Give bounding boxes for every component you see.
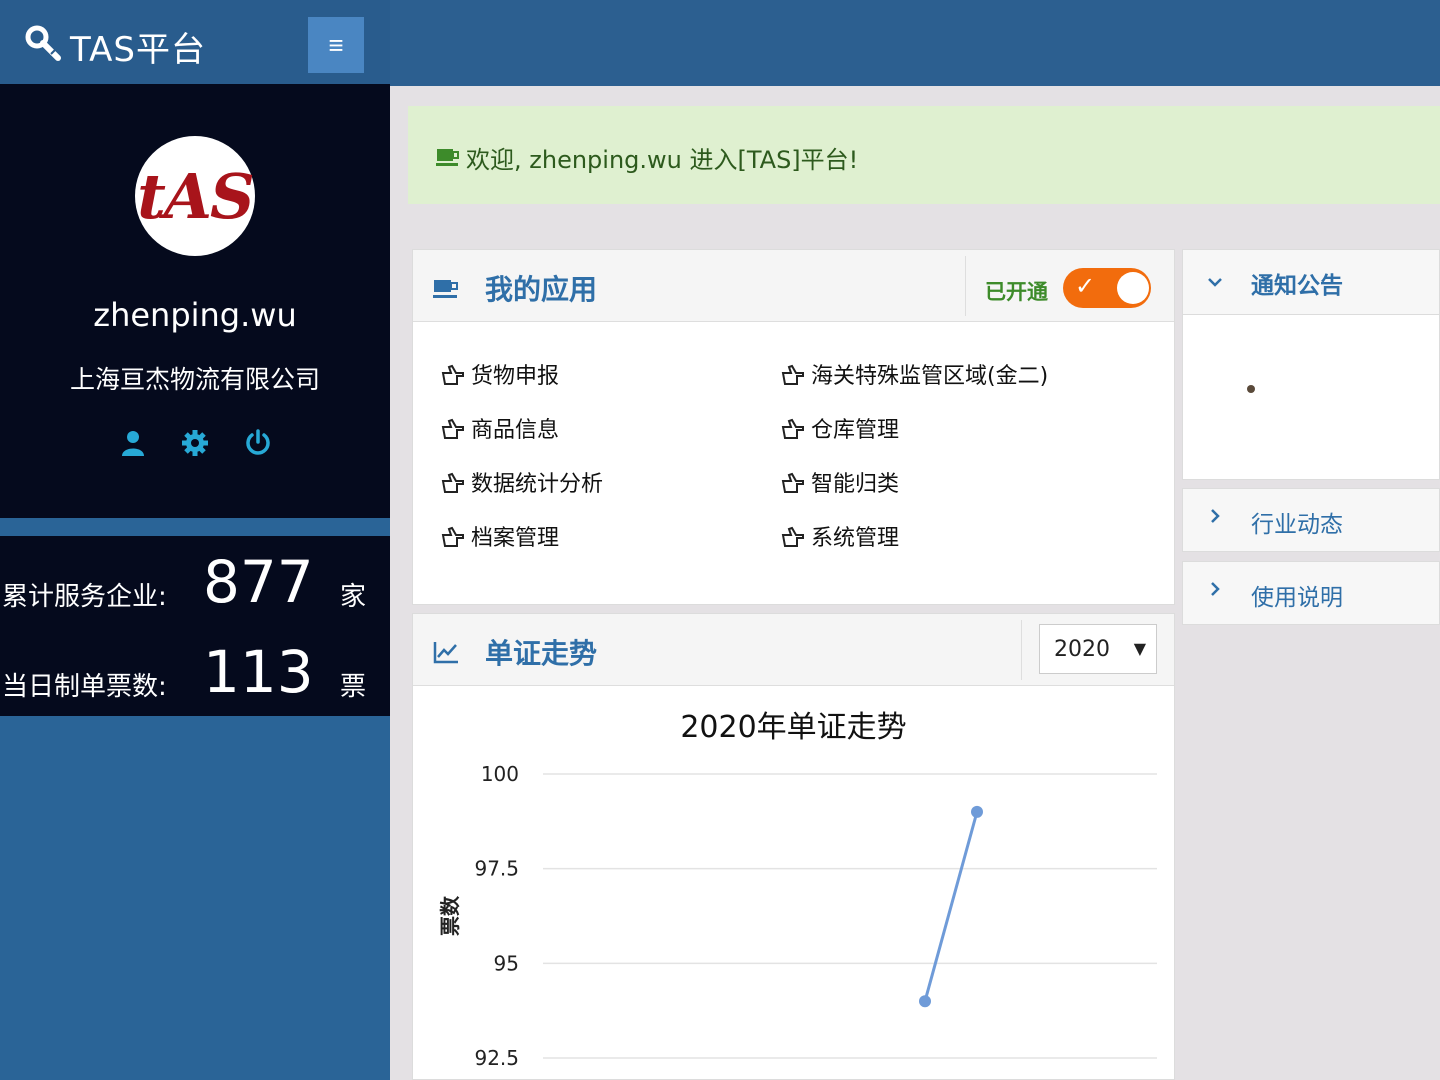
- line-chart-icon: [433, 642, 458, 664]
- stat-value: 877: [203, 548, 314, 616]
- toggle-knob: [1117, 272, 1149, 304]
- accordion-notices[interactable]: 通知公告: [1182, 249, 1440, 315]
- stat-row: 当日制单票数: 113 票: [0, 626, 390, 716]
- username: zhenping.wu: [93, 296, 297, 334]
- trend-title: 单证走势: [485, 637, 598, 670]
- hand-point-right-icon: [441, 364, 464, 385]
- accordion-usage-guide[interactable]: 使用说明: [1182, 561, 1440, 625]
- app-label: 海关特殊监管区域(金二): [811, 364, 1049, 389]
- y-tick-label: 97.5: [474, 857, 519, 881]
- toggle-label: 已开通: [985, 280, 1048, 304]
- enabled-toggle[interactable]: ✓: [1063, 268, 1151, 308]
- sidebar: tAS zhenping.wu 上海亘杰物流有限公司 累计服务企业: 877 家…: [0, 84, 390, 1080]
- trend-panel: 单证走势 2020 ▼ 2020年单证走势 100 97.5 95 92.5 票数: [412, 613, 1175, 1080]
- app-label: 货物申报: [471, 364, 560, 389]
- avatar[interactable]: tAS: [135, 136, 255, 256]
- data-point[interactable]: [919, 995, 931, 1008]
- app-label: 数据统计分析: [471, 472, 604, 497]
- accordion-title: 行业动态: [1251, 512, 1343, 538]
- hand-point-right-icon: [781, 418, 804, 439]
- stat-value: 113: [203, 638, 314, 706]
- stat-unit: 票: [340, 672, 367, 702]
- my-apps-panel: 我的应用 已开通 ✓ 货物申报 海关特殊监管区域(金二) 商品信息 仓库管理 数…: [412, 249, 1175, 605]
- trend-chart: 100 97.5 95 92.5 票数: [438, 762, 1157, 1070]
- stat-unit: 家: [340, 582, 367, 612]
- stat-label: 当日制单票数:: [2, 672, 167, 702]
- welcome-banner: 欢迎, zhenping.wu 进入[TAS]平台!: [408, 106, 1440, 204]
- hand-point-right-icon: [781, 526, 804, 547]
- profile-card: tAS zhenping.wu 上海亘杰物流有限公司: [0, 84, 390, 518]
- app-label: 商品信息: [471, 418, 560, 443]
- coffee-icon: [436, 149, 459, 166]
- year-select[interactable]: 2020 ▼: [1039, 624, 1157, 674]
- accordion-industry-news[interactable]: 行业动态: [1182, 488, 1440, 552]
- app-label: 智能归类: [811, 472, 900, 497]
- header-divider: [965, 256, 966, 316]
- series-line: [923, 811, 979, 1002]
- brand-title: TAS平台: [70, 30, 206, 70]
- chevron-down-icon: [1208, 278, 1222, 287]
- hand-point-right-icon: [781, 472, 804, 493]
- sidebar-divider: [0, 518, 390, 536]
- brand-bar: TAS平台 ≡: [0, 0, 390, 84]
- trend-body: 2020年单证走势 100 97.5 95 92.5 票数: [413, 686, 1174, 1080]
- app-label: 档案管理: [471, 526, 560, 551]
- trend-header: 单证走势 2020 ▼: [413, 614, 1174, 686]
- company-name: 上海亘杰物流有限公司: [69, 365, 320, 394]
- user-icon[interactable]: [118, 428, 148, 458]
- y-axis-label: 票数: [438, 895, 462, 936]
- notices-body: [1182, 314, 1440, 480]
- power-icon[interactable]: [243, 428, 273, 458]
- data-point[interactable]: [971, 805, 983, 818]
- stat-label: 累计服务企业:: [2, 582, 167, 612]
- list-bullet: [1247, 385, 1255, 393]
- year-select-value: 2020: [1054, 637, 1110, 662]
- menu-toggle-button[interactable]: ≡: [308, 17, 364, 73]
- my-apps-title: 我的应用: [485, 273, 598, 306]
- profile-actions: [118, 428, 278, 462]
- chart-title: 2020年单证走势: [680, 710, 907, 745]
- accordion-title: 通知公告: [1251, 273, 1343, 299]
- chevron-right-icon: [1211, 509, 1220, 523]
- hand-point-right-icon: [441, 472, 464, 493]
- y-tick-label: 92.5: [474, 1046, 519, 1070]
- app-label: 仓库管理: [811, 418, 900, 443]
- gear-icon[interactable]: [180, 428, 210, 458]
- check-icon: ✓: [1075, 272, 1096, 300]
- stat-row: 累计服务企业: 877 家: [0, 536, 390, 626]
- coffee-icon: [433, 280, 458, 298]
- app-label: 系统管理: [811, 526, 900, 551]
- y-tick-label: 100: [481, 762, 519, 786]
- avatar-logo-text: tAS: [137, 160, 255, 233]
- stats-block: 累计服务企业: 877 家 当日制单票数: 113 票: [0, 536, 390, 716]
- hand-point-right-icon: [441, 526, 464, 547]
- chevron-right-icon: [1211, 582, 1220, 596]
- wrench-icon: [25, 25, 61, 61]
- header-divider: [1021, 620, 1022, 680]
- caret-down-icon: ▼: [1133, 639, 1146, 658]
- y-tick-label: 95: [494, 951, 519, 975]
- welcome-message: 欢迎, zhenping.wu 进入[TAS]平台!: [466, 146, 859, 174]
- accordion-title: 使用说明: [1251, 585, 1343, 611]
- hand-point-right-icon: [781, 364, 804, 385]
- hand-point-right-icon: [441, 418, 464, 439]
- my-apps-header: 我的应用 已开通 ✓: [413, 250, 1174, 322]
